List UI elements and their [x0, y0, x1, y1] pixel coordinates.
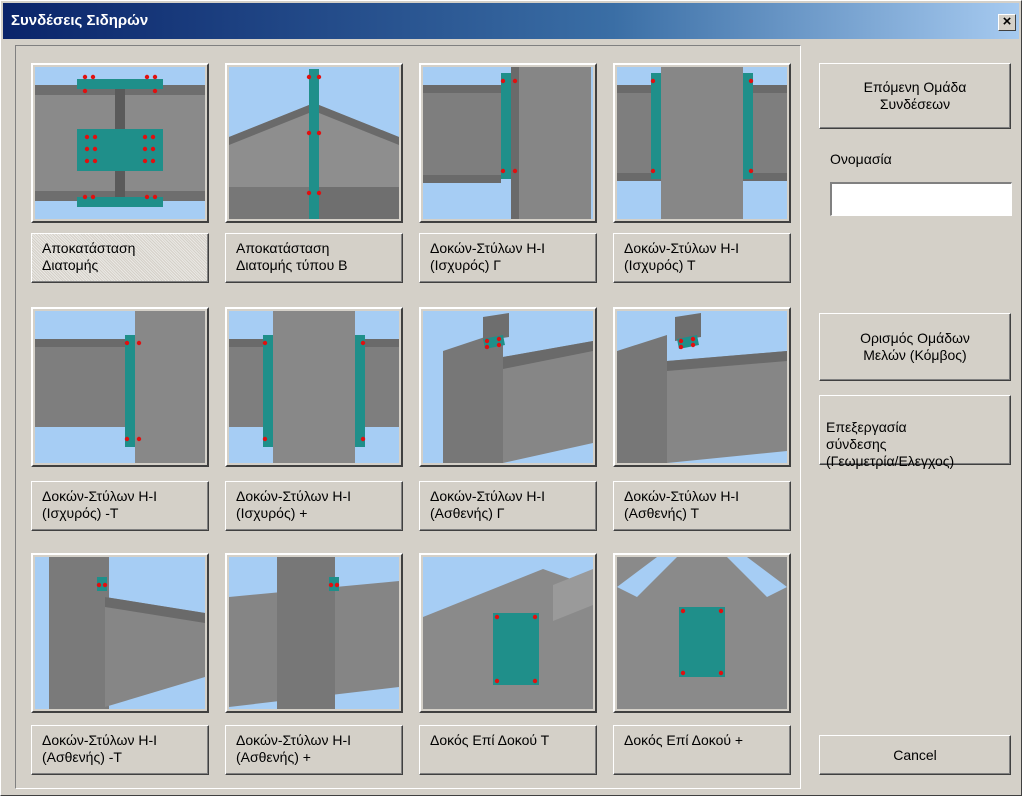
define-member-groups-button[interactable]: Ορισμός Ομάδων Μελών (Κόμβος) [819, 313, 1011, 381]
connection-label: Δοκός Επί Δοκού + [624, 732, 744, 748]
connection-button-beam-on-beam-t[interactable]: Δοκός Επί Δοκού Τ [419, 725, 597, 775]
connection-image-beam-column-weak-minus-t[interactable] [31, 553, 209, 713]
beam-column-weak-plus-icon [229, 557, 399, 709]
name-input[interactable] [830, 182, 1012, 216]
connection-label: Δοκών-Στύλων Η-Ι (Ισχυρός) + [236, 488, 352, 521]
beam-column-strong-l-icon [423, 67, 593, 219]
connection-image-beam-column-weak-plus[interactable] [225, 553, 403, 713]
connection-button-beam-on-beam-plus[interactable]: Δοκός Επί Δοκού + [613, 725, 791, 775]
connection-button-splice[interactable]: Αποκατάσταση Διατομής [31, 233, 209, 283]
beam-column-weak-t-icon [617, 311, 787, 463]
connection-button-beam-column-weak-t[interactable]: Δοκών-Στύλων Η-Ι (Ασθενής) Τ [613, 481, 791, 531]
connection-label: Δοκών-Στύλων Η-Ι (Ασθενής) -Τ [42, 732, 158, 765]
connection-image-beam-column-weak-l[interactable] [419, 307, 597, 467]
connection-button-beam-column-weak-minus-t[interactable]: Δοκών-Στύλων Η-Ι (Ασθενής) -Τ [31, 725, 209, 775]
connection-button-beam-column-strong-minus-t[interactable]: Δοκών-Στύλων Η-Ι (Ισχυρός) -Τ [31, 481, 209, 531]
connection-label: Δοκών-Στύλων Η-Ι (Ασθενής) Τ [624, 488, 740, 521]
next-group-label: Επόμενη Ομάδα Συνδέσεων [863, 79, 967, 112]
connection-image-beam-column-weak-t[interactable] [613, 307, 791, 467]
connection-image-beam-on-beam-plus[interactable] [613, 553, 791, 713]
connection-image-beam-column-strong-minus-t[interactable] [31, 307, 209, 467]
beam-column-weak-minus-t-icon [35, 557, 205, 709]
connection-button-beam-column-weak-plus[interactable]: Δοκών-Στύλων Η-Ι (Ασθενής) + [225, 725, 403, 775]
connection-label: Δοκών-Στύλων Η-Ι (Ασθενής) Γ [430, 488, 546, 521]
connection-image-beam-column-strong-t[interactable] [613, 63, 791, 223]
beam-on-beam-plus-icon [617, 557, 787, 709]
cancel-button[interactable]: Cancel [819, 735, 1011, 775]
splice-icon [35, 67, 205, 219]
connection-label: Δοκών-Στύλων Η-Ι (Ισχυρός) -Τ [42, 488, 158, 521]
splice-b-icon [229, 67, 399, 219]
connection-image-beam-column-strong-plus[interactable] [225, 307, 403, 467]
next-group-button[interactable]: Επόμενη Ομάδα Συνδέσεων [819, 63, 1011, 129]
connection-label: Αποκατάσταση Διατομής [42, 240, 136, 273]
beam-column-strong-plus-icon [229, 311, 399, 463]
connection-button-beam-column-strong-plus[interactable]: Δοκών-Στύλων Η-Ι (Ισχυρός) + [225, 481, 403, 531]
connection-button-beam-column-strong-t[interactable]: Δοκών-Στύλων Η-Ι (Ισχυρός) Τ [613, 233, 791, 283]
edit-connection-button[interactable]: Επεξεργασία σύνδεσης (Γεωμετρία/Ελεγχος) [819, 395, 1011, 469]
edit-connection-label: Επεξεργασία σύνδεσης (Γεωμετρία/Ελεγχος) [826, 419, 955, 469]
beam-column-weak-l-icon [423, 311, 593, 463]
connection-label: Δοκός Επί Δοκού Τ [430, 732, 550, 748]
connection-label: Δοκών-Στύλων Η-Ι (Ισχυρός) Γ [430, 240, 546, 273]
connection-button-beam-column-strong-l[interactable]: Δοκών-Στύλων Η-Ι (Ισχυρός) Γ [419, 233, 597, 283]
beam-column-strong-minus-t-icon [35, 311, 205, 463]
connection-image-splice[interactable] [31, 63, 209, 223]
close-icon: × [1002, 13, 1012, 30]
connection-image-beam-on-beam-t[interactable] [419, 553, 597, 713]
dialog-window: Συνδέσεις Σιδηρών × Αποκατάσταση Διατομή… [0, 0, 1022, 796]
close-button[interactable]: × [998, 14, 1016, 31]
define-member-groups-label: Ορισμός Ομάδων Μελών (Κόμβος) [860, 330, 970, 363]
connection-label: Δοκών-Στύλων Η-Ι (Ασθενής) + [236, 732, 352, 765]
connection-button-beam-column-weak-l[interactable]: Δοκών-Στύλων Η-Ι (Ασθενής) Γ [419, 481, 597, 531]
connection-label: Δοκών-Στύλων Η-Ι (Ισχυρός) Τ [624, 240, 740, 273]
connection-image-beam-column-strong-l[interactable] [419, 63, 597, 223]
connection-image-splice-b[interactable] [225, 63, 403, 223]
beam-column-strong-t-icon [617, 67, 787, 219]
connection-button-splice-b[interactable]: Αποκατάσταση Διατομής τύπου Β [225, 233, 403, 283]
name-label: Ονομασία [830, 151, 892, 167]
title-bar[interactable]: Συνδέσεις Σιδηρών × [3, 3, 1019, 39]
connection-label: Αποκατάσταση Διατομής τύπου Β [236, 240, 348, 273]
window-title: Συνδέσεις Σιδηρών [11, 12, 149, 29]
cancel-label: Cancel [893, 746, 937, 763]
beam-on-beam-t-icon [423, 557, 593, 709]
